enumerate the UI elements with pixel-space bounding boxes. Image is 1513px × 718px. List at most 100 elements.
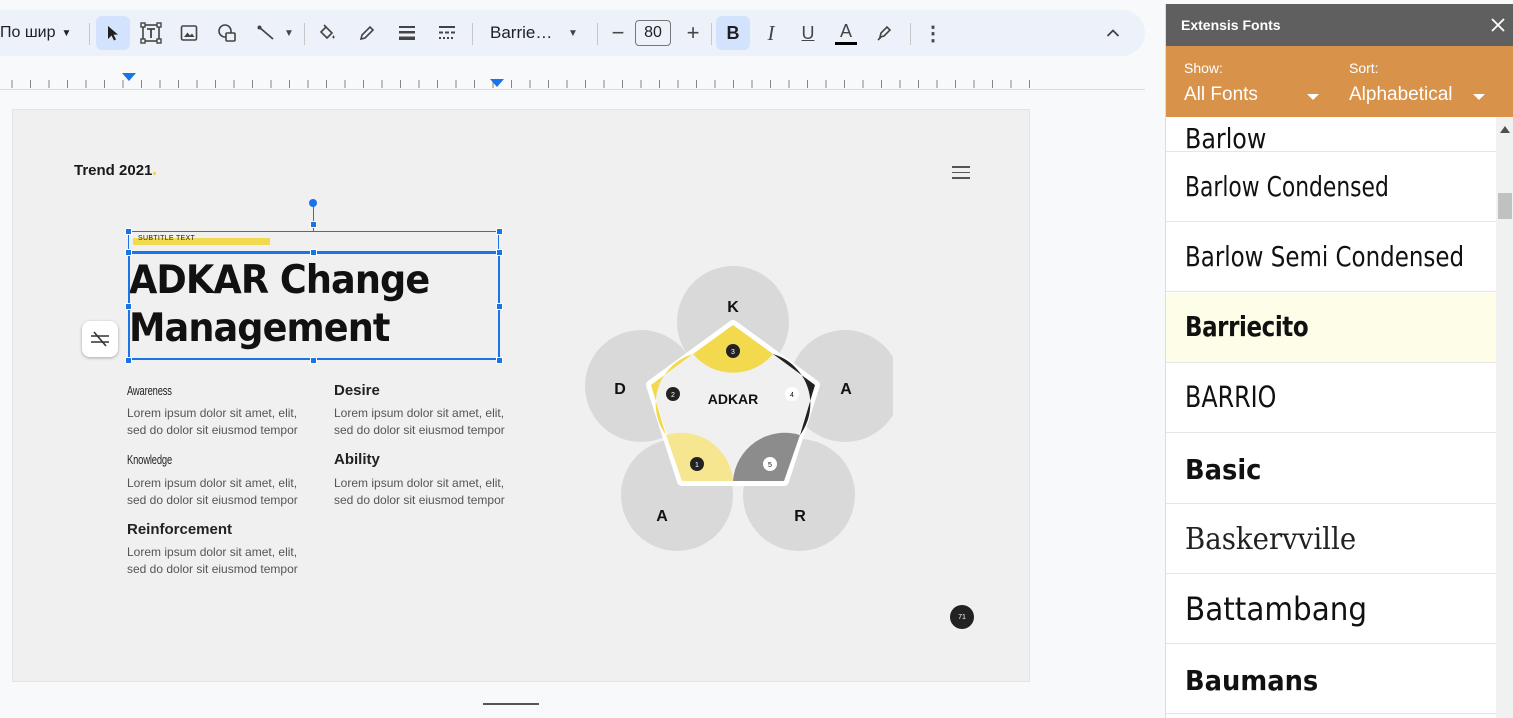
accessibility-chip[interactable] [82, 321, 118, 357]
hamburger-menu-icon[interactable] [952, 166, 970, 179]
increase-font-size-button[interactable]: + [678, 10, 708, 56]
font-item-label: Barlow Condensed [1185, 170, 1389, 203]
resize-handle[interactable] [125, 303, 132, 310]
font-item-label: Basic [1185, 453, 1262, 486]
font-item-barlow-condensed[interactable]: Barlow Condensed [1166, 152, 1496, 222]
decrease-font-size-button[interactable]: − [603, 10, 633, 56]
font-list-scrollbar[interactable] [1496, 117, 1513, 718]
caret-down-icon [1307, 94, 1319, 100]
text-box-tool-button[interactable] [134, 10, 168, 56]
highlighter-icon [877, 25, 892, 41]
ruler-ticks [11, 80, 1030, 88]
underline-button[interactable]: U [791, 10, 825, 56]
italic-button[interactable]: I [754, 10, 788, 56]
horizontal-ruler[interactable] [0, 72, 1145, 90]
scrollbar-thumb[interactable] [1498, 193, 1512, 219]
close-icon[interactable] [1491, 18, 1505, 32]
font-item-barriecito[interactable]: Barriecito [1166, 293, 1496, 363]
item-heading-awareness: Awareness [127, 383, 172, 398]
font-item-label: Barriecito [1185, 310, 1309, 343]
border-dash-button[interactable] [430, 10, 464, 56]
diagram-badge-2-text: 2 [671, 392, 675, 399]
font-item-barlow-semi-condensed[interactable]: Barlow Semi Condensed [1166, 222, 1496, 292]
item-text-knowledge: Lorem ipsum dolor sit amet, elit, sed do… [127, 476, 298, 507]
scroll-up-arrow-icon[interactable] [1500, 126, 1510, 133]
paragraph-style-value: По шир [0, 24, 56, 41]
right-indent-marker[interactable] [490, 79, 504, 87]
paint-bucket-icon [319, 24, 335, 40]
item-text-ability: Lorem ipsum dolor sit amet, elit, sed do… [334, 476, 505, 507]
item-text-reinforcement: Lorem ipsum dolor sit amet, elit, sed do… [127, 545, 298, 576]
adkar-diagram[interactable]: ADKAR K A R A D 1 2 3 4 5 [573, 255, 893, 555]
resize-handle[interactable] [125, 357, 132, 364]
resize-handle[interactable] [496, 303, 503, 310]
resize-handle[interactable] [310, 357, 317, 364]
toolbar-divider [89, 23, 90, 45]
resize-handle[interactable] [496, 228, 503, 235]
font-size-field[interactable]: 80 [634, 10, 672, 56]
diagram-letter-k: K [727, 299, 739, 316]
text-box-icon [140, 22, 162, 44]
font-item-label: BARRIO [1185, 380, 1277, 414]
resize-handle[interactable] [310, 249, 317, 256]
font-item-basic[interactable]: Basic [1166, 434, 1496, 504]
font-size-input[interactable]: 80 [635, 20, 671, 46]
paragraph-style-dropdown[interactable]: По шир ▼ [0, 10, 80, 56]
highlight-color-button[interactable] [868, 10, 902, 56]
collapse-toolbar-button[interactable] [1096, 10, 1130, 56]
shape-tool-button[interactable] [210, 10, 244, 56]
image-icon [180, 25, 198, 41]
font-item-barlow[interactable]: Barlow [1166, 117, 1496, 155]
brand-dot [153, 172, 157, 175]
font-item-label: Battambang [1185, 590, 1368, 628]
font-item-baskervville[interactable]: Baskervville [1166, 504, 1496, 574]
item-text-desire: Lorem ipsum dolor sit amet, elit, sed do… [334, 406, 505, 437]
font-list: Barlow Barlow Condensed Barlow Semi Cond… [1166, 117, 1496, 718]
resize-handle[interactable] [125, 249, 132, 256]
select-tool-button[interactable] [96, 16, 130, 50]
border-weight-icon [399, 26, 415, 40]
resize-handle[interactable] [496, 357, 503, 364]
more-vertical-icon: ⋮ [923, 22, 943, 45]
panel-filter-bar: Show: All Fonts Sort: Alphabetical [1166, 46, 1513, 117]
resize-handle[interactable] [125, 228, 132, 235]
bold-button[interactable]: B [716, 16, 750, 50]
slide-canvas[interactable]: Trend 2021 SUBTITLE TEXT ADKAR Change Ma… [12, 109, 1030, 682]
sort-dropdown[interactable]: Alphabetical [1349, 84, 1494, 108]
toolbar-divider [597, 23, 598, 45]
text-color-swatch [835, 41, 857, 45]
diagram-badge-4-text: 4 [790, 392, 794, 399]
border-color-button[interactable] [350, 10, 384, 56]
font-item-barrio[interactable]: BARRIO [1166, 363, 1496, 433]
item-heading-knowledge: Knowledge [127, 452, 173, 467]
border-weight-button[interactable] [390, 10, 424, 56]
speaker-notes-resize-handle[interactable] [483, 703, 539, 705]
diagram-letter-a-left: A [656, 508, 668, 525]
sort-label: Sort: [1349, 60, 1379, 76]
show-dropdown[interactable]: All Fonts [1184, 84, 1324, 108]
show-label: Show: [1184, 60, 1223, 76]
cursor-arrow-icon [108, 26, 118, 41]
insert-image-button[interactable] [172, 10, 206, 56]
page-number: 71 [958, 613, 966, 621]
text-color-button[interactable]: A [829, 10, 863, 56]
text-color-letter: A [839, 20, 852, 41]
diagram-letter-a-right: A [840, 381, 852, 398]
show-value: All Fonts [1184, 84, 1258, 105]
font-item-battambang[interactable]: Battambang [1166, 574, 1496, 644]
brand-title: Trend 2021 [74, 162, 157, 179]
diagram-center-label: ADKAR [708, 391, 759, 407]
resize-handle[interactable] [496, 249, 503, 256]
font-item-baumans[interactable]: Baumans [1166, 644, 1496, 714]
rotate-handle[interactable] [309, 199, 317, 207]
font-family-dropdown[interactable]: Barrie… ▼ [480, 10, 590, 56]
brand-text: Trend 2021 [74, 162, 153, 179]
sort-value: Alphabetical [1349, 84, 1453, 105]
line-tool-dropdown[interactable]: ▼ [250, 10, 300, 56]
more-options-button[interactable]: ⋮ [918, 10, 948, 56]
item-text-awareness: Lorem ipsum dolor sit amet, elit, sed do… [127, 406, 298, 437]
title-selection-box[interactable] [128, 252, 500, 360]
left-indent-marker[interactable] [122, 73, 136, 81]
resize-handle[interactable] [310, 221, 317, 228]
fill-color-button[interactable] [310, 10, 344, 56]
